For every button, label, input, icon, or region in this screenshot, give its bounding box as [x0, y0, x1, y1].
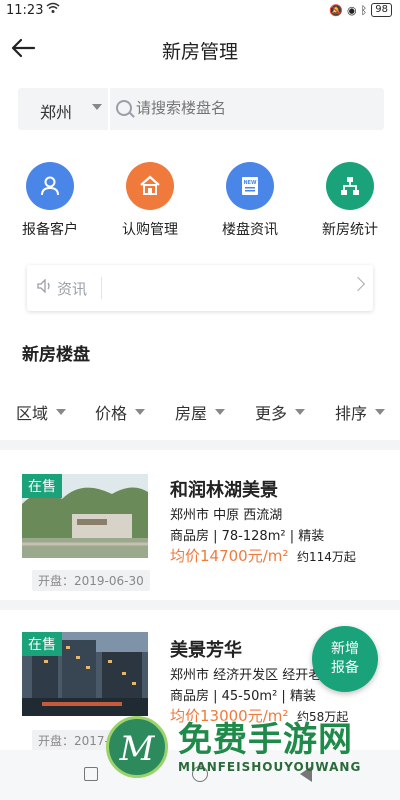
filter-price[interactable]: 价格 [95, 400, 127, 424]
listing-location: 郑州市 中原 西流湖 [170, 508, 283, 523]
watermark-logo: M [106, 716, 168, 778]
listing-name: 美景芳华 [170, 640, 242, 661]
nav-bar: 新房管理 [0, 24, 400, 72]
listing-name: 和润林湖美景 [170, 480, 278, 501]
qa-label: 新房统计 [322, 222, 378, 238]
status-bar: 11:23 🔕 ◉ ᛒ 98 [0, 0, 400, 22]
logo-m-icon: M [119, 729, 155, 769]
open-date: 开盘：2019-06-30 [32, 570, 150, 591]
listing-location: 郑州市 经济开发区 经开老 [170, 668, 322, 683]
search-icon [116, 100, 132, 116]
speaker-icon [37, 278, 53, 297]
city-selector[interactable]: 郑州 [40, 99, 72, 123]
battery-icon: 98 [371, 3, 392, 17]
qa-label: 报备客户 [22, 222, 78, 238]
divider [101, 277, 102, 299]
user-icon [26, 162, 74, 210]
listing-card[interactable]: 在售 和润林湖美景 郑州市 中原 西流湖 商品房 | 78-128m² | 精装… [0, 452, 400, 602]
qa-label: 楼盘资讯 [222, 222, 278, 238]
news-ticker[interactable]: 资讯 [27, 265, 373, 311]
watermark: M 免费手游网 MIANFEISHOUYOUWANG [100, 712, 400, 796]
listing-type: 商品房 | 45-50m² | 精装 [170, 689, 316, 704]
qa-report-customer[interactable]: 报备客户 [10, 162, 90, 239]
filter-sort[interactable]: 排序 [335, 400, 367, 424]
listing-photo: 在售 [22, 632, 148, 716]
status-badge: 在售 [22, 474, 62, 498]
mute-icon: 🔕 [329, 3, 344, 17]
filter-bar: 区域 价格 房屋 更多 排序 [0, 400, 400, 426]
filter-room[interactable]: 房屋 [175, 400, 207, 424]
listing-photo: 在售 [22, 474, 148, 558]
caret-down-icon [375, 409, 385, 415]
wifi-icon [46, 2, 60, 17]
bluetooth-icon: ᛒ [360, 3, 368, 17]
divider [0, 600, 400, 610]
fab-line1: 新增 [331, 641, 359, 657]
caret-down-icon [295, 409, 305, 415]
status-badge: 在售 [22, 632, 62, 656]
watermark-title: 免费手游网 [178, 720, 353, 760]
quick-actions: 报备客户 认购管理 NEW 楼盘资讯 新房统计 [0, 162, 400, 242]
qa-property-news[interactable]: NEW 楼盘资讯 [210, 162, 290, 239]
house-icon [126, 162, 174, 210]
page-title: 新房管理 [161, 41, 238, 63]
divider [0, 440, 400, 450]
fab-line2: 报备 [331, 660, 359, 676]
caret-down-icon [215, 409, 225, 415]
org-chart-icon [326, 162, 374, 210]
caret-down-icon [56, 409, 66, 415]
svg-text:NEW: NEW [243, 180, 257, 186]
news-icon: NEW [226, 162, 274, 210]
add-report-button[interactable]: 新增 报备 [312, 626, 378, 692]
caret-down-icon[interactable] [92, 104, 102, 110]
listing-type: 商品房 | 78-128m² | 精装 [170, 529, 325, 544]
news-label: 资讯 [57, 280, 88, 298]
section-title: 新房楼盘 [22, 345, 90, 365]
filter-more[interactable]: 更多 [255, 400, 287, 424]
search-row: 郑州 [18, 88, 384, 130]
status-time: 11:23 [6, 3, 44, 18]
divider [108, 88, 110, 130]
listing-total: 约114万起 [297, 550, 356, 564]
filter-area[interactable]: 区域 [16, 400, 48, 424]
recent-apps-icon[interactable] [84, 767, 98, 781]
caret-down-icon [135, 409, 145, 415]
search-input[interactable] [136, 99, 336, 117]
chevron-right-icon [350, 276, 366, 292]
qa-label: 认购管理 [122, 222, 178, 238]
qa-new-house-stats[interactable]: 新房统计 [310, 162, 390, 239]
alarm-icon: ◉ [347, 3, 357, 17]
qa-subscription-manage[interactable]: 认购管理 [110, 162, 190, 239]
status-right: 🔕 ◉ ᛒ 98 [329, 3, 392, 17]
watermark-subtitle: MIANFEISHOUYOUWANG [178, 760, 362, 774]
listing-price: 均价14700元/m² [170, 547, 289, 565]
